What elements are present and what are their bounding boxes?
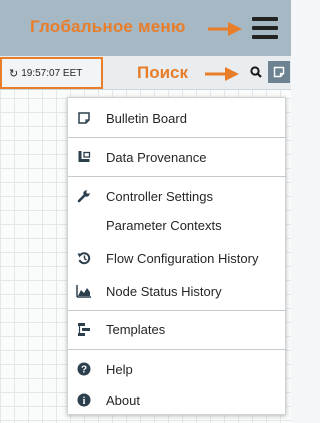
menu-separator xyxy=(68,137,287,138)
menu-item-label: Controller Settings xyxy=(106,188,213,204)
bulletin-board-icon xyxy=(273,66,285,78)
search-icon xyxy=(250,66,262,78)
menu-separator xyxy=(68,176,287,177)
menu-item-label: Parameter Contexts xyxy=(106,217,222,233)
global-menu-annotation: Глобальное меню xyxy=(30,17,186,36)
svg-text:?: ? xyxy=(81,365,87,376)
search-button[interactable] xyxy=(247,63,265,81)
annotation-arrow-icon xyxy=(208,22,242,36)
help-icon: ? xyxy=(76,361,92,377)
wrench-icon xyxy=(76,188,92,204)
menu-item-label: Templates xyxy=(106,321,166,337)
menu-separator xyxy=(68,349,287,350)
area-chart-icon xyxy=(76,283,92,299)
menu-item-label: About xyxy=(106,392,140,408)
menu-item-controller-settings[interactable]: Controller Settings xyxy=(68,183,287,209)
info-icon: i xyxy=(76,392,92,408)
bulletin-board-button[interactable] xyxy=(268,61,290,83)
menu-item-node-status-history[interactable]: Node Status History xyxy=(68,278,287,304)
history-icon xyxy=(76,250,92,266)
menu-item-label: Flow Configuration History xyxy=(106,250,259,266)
refresh-icon[interactable]: ↻ xyxy=(9,67,18,80)
menu-item-data-provenance[interactable]: Data Provenance xyxy=(68,144,287,170)
menu-item-label: Node Status History xyxy=(106,283,222,299)
menu-item-label: Help xyxy=(106,361,133,377)
timestamp-text: 19:57:07 EET xyxy=(21,67,83,79)
search-annotation: Поиск xyxy=(137,63,189,82)
menu-item-parameter-contexts[interactable]: Parameter Contexts xyxy=(68,212,287,238)
annotation-arrow-icon xyxy=(205,67,239,81)
menu-item-label: Bulletin Board xyxy=(106,110,187,126)
global-menu-hamburger-icon[interactable] xyxy=(252,17,278,39)
menu-item-flow-configuration-history[interactable]: Flow Configuration History xyxy=(68,245,287,271)
menu-item-bulletin-board[interactable]: Bulletin Board xyxy=(68,105,287,131)
templates-icon xyxy=(76,321,92,337)
bulletin-board-icon xyxy=(76,110,92,126)
menu-item-help[interactable]: ? Help xyxy=(68,356,287,382)
svg-text:i: i xyxy=(83,396,86,407)
refresh-timestamp[interactable]: ↻ 19:57:07 EET xyxy=(0,57,103,89)
menu-separator xyxy=(68,310,287,311)
global-menu-dropdown: Bulletin Board Data Provenance Controlle… xyxy=(67,97,287,415)
data-provenance-icon xyxy=(76,149,92,165)
menu-item-templates[interactable]: Templates xyxy=(68,316,287,342)
menu-item-label: Data Provenance xyxy=(106,149,207,165)
menu-item-about[interactable]: i About xyxy=(68,387,287,413)
